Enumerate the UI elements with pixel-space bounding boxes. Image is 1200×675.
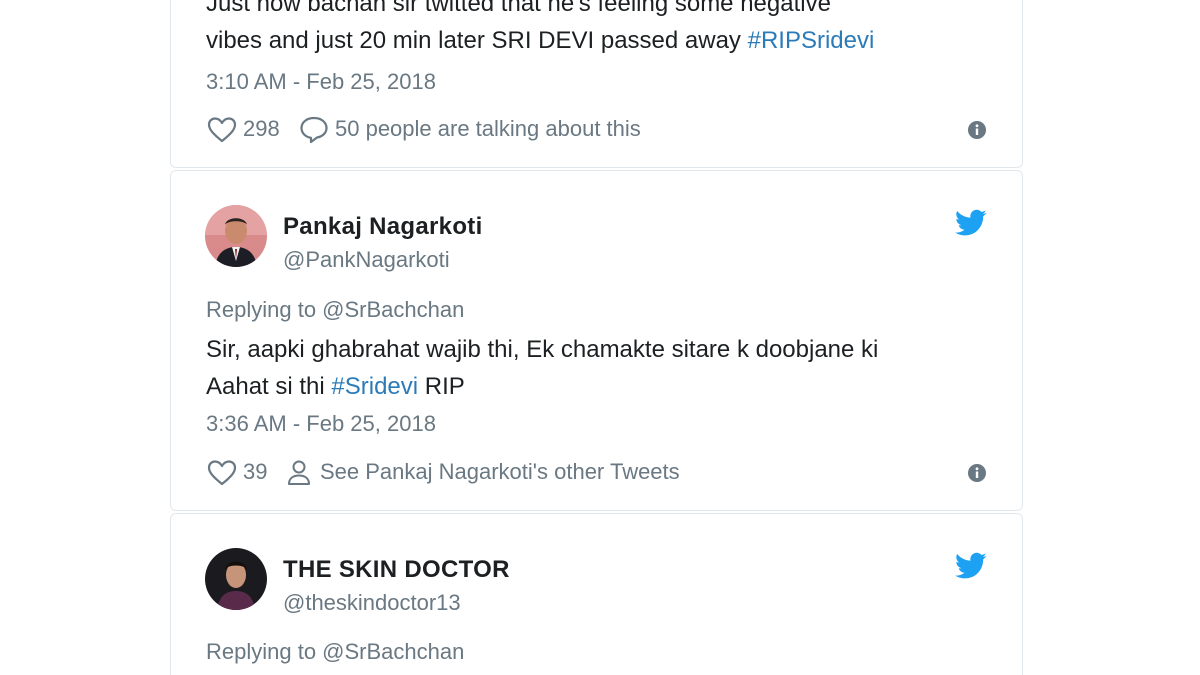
profile-label: See Pankaj Nagarkoti's other Tweets — [320, 459, 680, 484]
info-icon[interactable] — [968, 464, 986, 482]
tweet-timestamp[interactable]: 3:10 AM - Feb 25, 2018 — [206, 69, 436, 95]
conversation-label: 50 people are talking about this — [335, 116, 641, 141]
profile-action[interactable]: See Pankaj Nagarkoti's other Tweets — [284, 457, 680, 487]
twitter-bird-icon[interactable] — [955, 552, 987, 580]
tweet-text-plain: vibes and just 20 min later SRI DEVI pas… — [206, 27, 748, 54]
replying-to[interactable]: Replying to @SrBachchan — [206, 297, 464, 323]
author-name[interactable]: Pankaj Nagarkoti — [283, 213, 483, 241]
tweet-timestamp[interactable]: 3:36 AM - Feb 25, 2018 — [206, 411, 436, 437]
conversation-action[interactable]: 50 people are talking about this — [298, 114, 641, 144]
tweet-card: Pankaj Nagarkoti @PankNagarkoti Replying… — [170, 170, 1023, 511]
replying-to[interactable]: Replying to @SrBachchan — [206, 639, 464, 665]
heart-icon — [207, 460, 237, 486]
tweet-text-line: Aahat si thi #Sridevi RIP — [206, 368, 996, 405]
tweet-text-line: vibes and just 20 min later SRI DEVI pas… — [206, 22, 996, 59]
tweet-text-plain: RIP — [418, 373, 465, 400]
tweet-text-line: Sir, aapki ghabrahat wajib thi, Ek chama… — [206, 336, 879, 363]
author-handle[interactable]: @theskindoctor13 — [283, 590, 461, 616]
avatar[interactable] — [205, 548, 267, 610]
tweet-text: Just now bachan sir twitted that he's fe… — [206, 0, 996, 59]
author-handle[interactable]: @PankNagarkoti — [283, 247, 450, 273]
tweet-text-line: Just now bachan sir twitted that he's fe… — [206, 0, 831, 17]
like-count: 39 — [243, 459, 268, 484]
like-action[interactable]: 298 — [206, 114, 280, 144]
info-icon[interactable] — [968, 121, 986, 139]
twitter-bird-icon[interactable] — [955, 209, 987, 237]
hashtag-link[interactable]: #Sridevi — [331, 373, 418, 400]
person-icon — [288, 460, 310, 485]
tweet-card: Just now bachan sir twitted that he's fe… — [170, 0, 1023, 168]
like-count: 298 — [243, 116, 280, 141]
avatar[interactable] — [205, 205, 267, 267]
hashtag-link[interactable]: #RIPSridevi — [748, 27, 875, 54]
heart-icon — [207, 117, 237, 143]
like-action[interactable]: 39 — [206, 457, 267, 487]
tweet-text: Sir, aapki ghabrahat wajib thi, Ek chama… — [206, 331, 996, 405]
tweet-card: THE SKIN DOCTOR @theskindoctor13 Replyin… — [170, 513, 1023, 675]
author-name[interactable]: THE SKIN DOCTOR — [283, 556, 510, 584]
speech-bubble-icon — [300, 116, 328, 144]
tweet-text-plain: Aahat si thi — [206, 373, 332, 400]
